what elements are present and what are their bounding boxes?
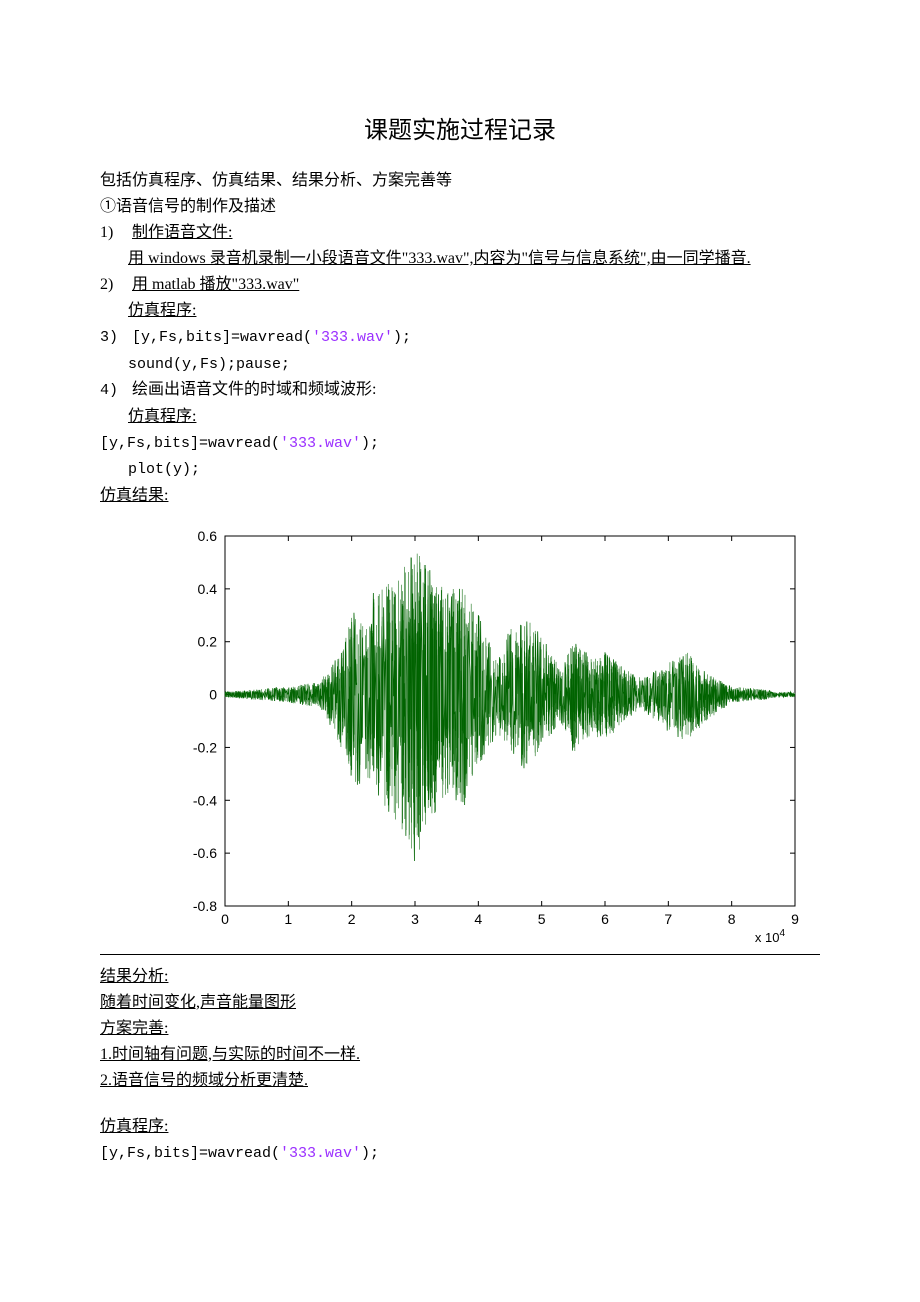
list-item-3: 3) [y,Fs,bits]=wavread('333.wav');: [100, 325, 820, 350]
plan-point-2: 2.语音信号的频域分析更清楚.: [100, 1072, 308, 1089]
code-4a: [y,Fs,bits]=wavread(: [100, 435, 280, 452]
svg-text:0.2: 0.2: [198, 633, 218, 649]
item-number-1: 1): [100, 221, 128, 245]
list-item-4-b: 仿真程序:: [100, 405, 820, 429]
svg-text:-0.6: -0.6: [193, 845, 217, 861]
code-4-string: '333.wav': [280, 435, 361, 452]
svg-text:4: 4: [474, 911, 482, 927]
sim-result-label: 仿真结果:: [100, 484, 820, 508]
bottom-code-line: [y,Fs,bits]=wavread('333.wav');: [100, 1141, 820, 1166]
intro-line-2: ①语音信号的制作及描述: [100, 195, 820, 219]
bottom-code-string: '333.wav': [280, 1145, 361, 1162]
code-4-line2: plot(y);: [100, 457, 820, 482]
waveform-chart: -0.8 -0.6 -0.4 -0.2 0 0.2 0.4 0.6 0 1 2 3 4 5 6 7 8 9 x 10…: [170, 526, 810, 946]
code-4-line1: [y,Fs,bits]=wavread('333.wav');: [100, 431, 820, 456]
svg-text:0.6: 0.6: [198, 528, 218, 544]
item-2-text-a: 用 matlab 播放"333.wav": [132, 276, 299, 293]
svg-text:8: 8: [728, 911, 736, 927]
plan-point-1: 1.时间轴有问题,与实际的时间不一样.: [100, 1046, 360, 1063]
code-3c: sound(y,Fs);pause;: [128, 356, 290, 373]
item-number-4: 4): [100, 380, 128, 403]
svg-text:-0.4: -0.4: [193, 792, 217, 808]
intro-line-1: 包括仿真程序、仿真结果、结果分析、方案完善等: [100, 169, 820, 193]
svg-text:0: 0: [221, 911, 229, 927]
svg-text:7: 7: [664, 911, 672, 927]
sim-result-text: 仿真结果:: [100, 487, 168, 504]
item-1-text-a: 制作语音文件:: [132, 224, 232, 241]
list-item-2-a: 2) 用 matlab 播放"333.wav": [100, 273, 820, 297]
svg-text:-0.8: -0.8: [193, 898, 217, 914]
page-title: 课题实施过程记录: [100, 110, 820, 145]
svg-text:3: 3: [411, 911, 419, 927]
item-1-text-b: 用 windows 录音机录制一小段语音文件"333.wav",内容为"信号与信…: [128, 250, 751, 267]
analysis-block: 结果分析: 随着时间变化,声音能量图形 方案完善: 1.时间轴有问题,与实际的时…: [100, 965, 820, 1093]
code-3-string: '333.wav': [312, 329, 393, 346]
list-item-1-b: 用 windows 录音机录制一小段语音文件"333.wav",内容为"信号与信…: [100, 247, 820, 271]
svg-text:5: 5: [538, 911, 546, 927]
item-number-2: 2): [100, 273, 128, 297]
list-item-2-b: 仿真程序:: [100, 299, 820, 323]
item-4-text-b: 仿真程序:: [128, 408, 196, 425]
page-root: 课题实施过程记录 包括仿真程序、仿真结果、结果分析、方案完善等 ①语音信号的制作…: [0, 0, 920, 1227]
code-4b: );: [361, 435, 379, 452]
bottom-code-a: [y,Fs,bits]=wavread(: [100, 1145, 280, 1162]
svg-text:1: 1: [284, 911, 292, 927]
list-item-1-a: 1) 制作语音文件:: [100, 221, 820, 245]
plan-heading: 方案完善:: [100, 1020, 168, 1037]
svg-text:2: 2: [348, 911, 356, 927]
spacer: [100, 1095, 820, 1113]
code-3a: [y,Fs,bits]=wavread(: [132, 329, 312, 346]
item-number-3: 3): [100, 327, 128, 350]
bottom-code-b: );: [361, 1145, 379, 1162]
svg-text:9: 9: [791, 911, 799, 927]
svg-text:6: 6: [601, 911, 609, 927]
svg-text:x 104: x 104: [755, 928, 786, 945]
code-3-line2: sound(y,Fs);pause;: [100, 352, 820, 377]
chart-svg: -0.8 -0.6 -0.4 -0.2 0 0.2 0.4 0.6 0 1 2 3 4 5 6 7 8 9 x 10…: [170, 526, 810, 946]
bottom-heading: 仿真程序:: [100, 1118, 168, 1135]
intro-block: 包括仿真程序、仿真结果、结果分析、方案完善等 ①语音信号的制作及描述 1) 制作…: [100, 169, 820, 508]
code-4c: plot(y);: [128, 461, 200, 478]
list-item-4-a: 4) 绘画出语音文件的时域和频域波形:: [100, 378, 820, 403]
svg-text:-0.2: -0.2: [193, 739, 217, 755]
analysis-text-1: 随着时间变化,声音能量图形: [100, 994, 296, 1011]
divider: [100, 954, 820, 955]
item-2-text-b: 仿真程序:: [128, 302, 196, 319]
item-4-text-a: 绘画出语音文件的时域和频域波形:: [132, 381, 376, 398]
analysis-heading: 结果分析:: [100, 968, 168, 985]
bottom-code-block: 仿真程序: [y,Fs,bits]=wavread('333.wav');: [100, 1115, 820, 1166]
code-3b: );: [393, 329, 411, 346]
svg-text:0.4: 0.4: [198, 580, 218, 596]
svg-text:0: 0: [209, 686, 217, 702]
